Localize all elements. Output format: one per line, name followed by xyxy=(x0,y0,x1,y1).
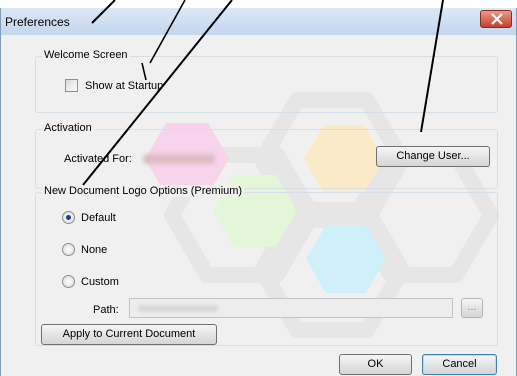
close-button[interactable] xyxy=(480,10,512,28)
logo-options-group: New Document Logo Options (Premium) Defa… xyxy=(35,185,498,346)
path-value xyxy=(138,305,218,312)
welcome-screen-label: Welcome Screen xyxy=(42,49,130,61)
preferences-dialog: Preferences Welcome Screen Show at Start… xyxy=(0,8,517,376)
radio-none-label[interactable]: None xyxy=(81,244,107,256)
activation-group: Activation Activated For: Change User... xyxy=(35,122,498,189)
radio-custom-label[interactable]: Custom xyxy=(81,276,119,288)
ok-button[interactable]: OK xyxy=(339,354,412,375)
window-title: Preferences xyxy=(5,15,70,29)
radio-custom[interactable] xyxy=(62,275,75,288)
welcome-screen-group: Welcome Screen Show at Startup xyxy=(35,49,498,113)
activated-user-name xyxy=(143,154,215,164)
radio-default-label[interactable]: Default xyxy=(81,212,116,224)
logo-options-label: New Document Logo Options (Premium) xyxy=(42,185,245,197)
radio-default[interactable] xyxy=(62,211,75,224)
title-bar[interactable]: Preferences xyxy=(1,8,516,35)
change-user-button[interactable]: Change User... xyxy=(376,146,490,167)
path-label: Path: xyxy=(93,304,119,316)
activation-label: Activation xyxy=(42,122,94,134)
activated-for-label: Activated For: xyxy=(64,153,132,165)
browse-button[interactable]: ... xyxy=(461,298,483,318)
apply-to-current-document-button[interactable]: Apply to Current Document xyxy=(41,324,217,345)
close-icon xyxy=(491,13,503,25)
path-input[interactable] xyxy=(129,298,453,318)
cancel-button[interactable]: Cancel xyxy=(422,354,497,375)
show-at-startup-checkbox[interactable] xyxy=(65,79,78,92)
dialog-content: Welcome Screen Show at Startup Activatio… xyxy=(1,35,516,376)
show-at-startup-label[interactable]: Show at Startup xyxy=(85,80,163,92)
radio-none[interactable] xyxy=(62,243,75,256)
